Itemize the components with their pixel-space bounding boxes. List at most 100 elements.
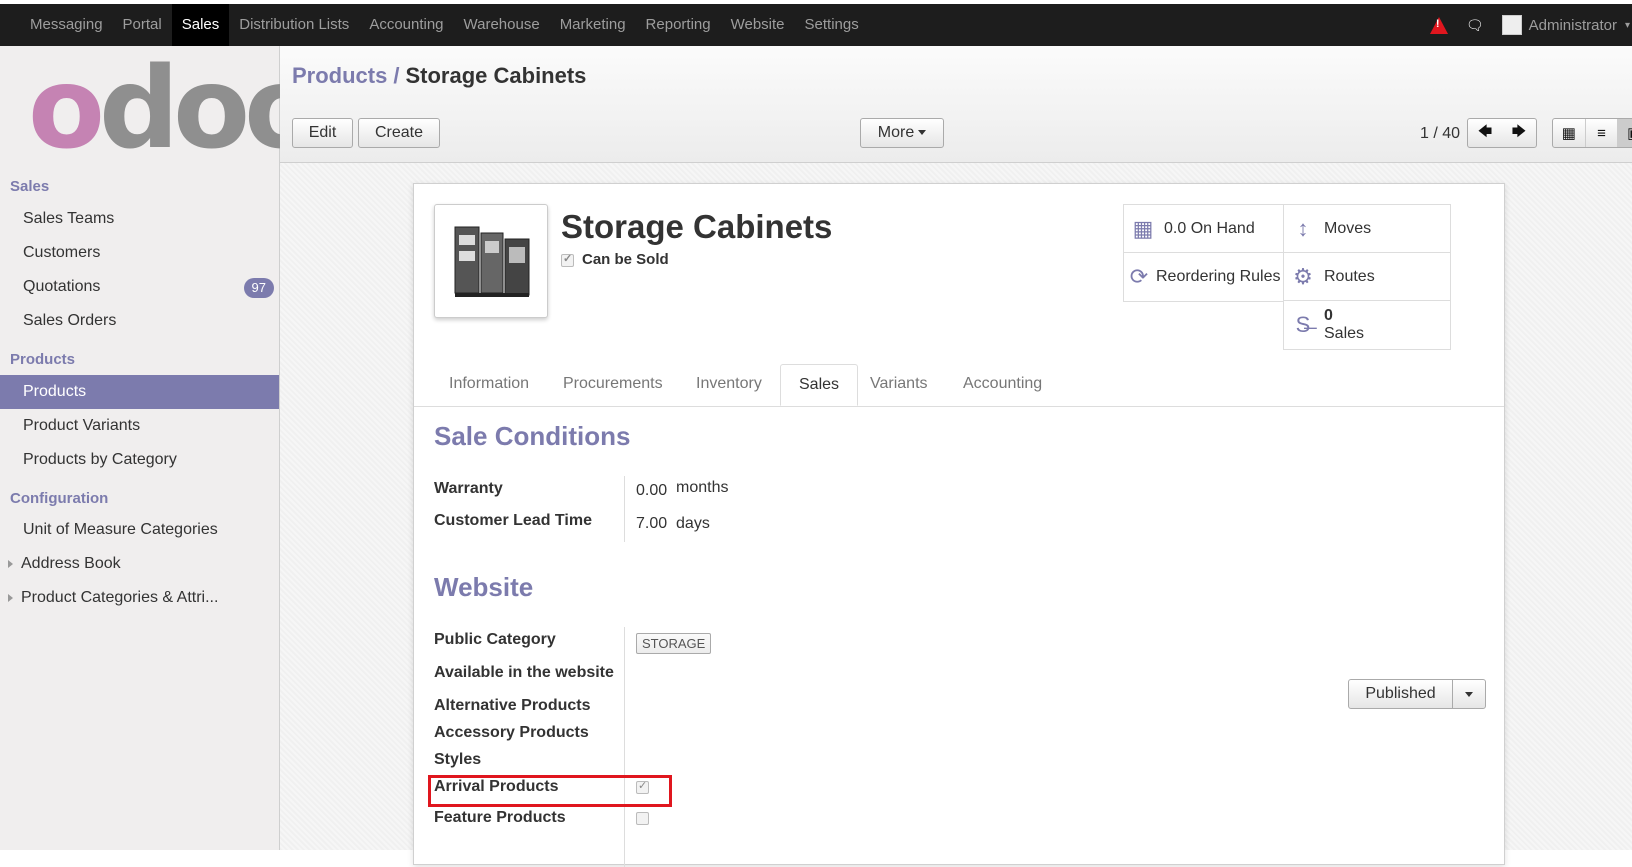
sidebar-item-label: Sales Orders [23, 312, 117, 329]
sidebar-item-label: Unit of Measure Categories [23, 521, 218, 538]
chevron-down-icon[interactable]: ▾ [1625, 20, 1630, 31]
view-switcher: ▦ ≡ ▣ [1552, 118, 1632, 148]
sidebar-item-products[interactable]: Products [0, 375, 279, 409]
sidebar-item-customers[interactable]: Customers [0, 236, 279, 270]
odoo-logo[interactable]: odoo [28, 53, 321, 165]
published-toggle[interactable] [1453, 680, 1485, 708]
on-hand-button[interactable]: ▦ 0.0 On Hand [1123, 204, 1291, 254]
avatar[interactable] [1501, 15, 1522, 35]
menu-website[interactable]: Website [721, 4, 795, 46]
sales-count-button[interactable]: Ѕ̶ 0 Sales [1283, 300, 1451, 350]
tab-accounting[interactable]: Accounting [945, 364, 1060, 406]
caret-down-icon [1465, 691, 1473, 697]
menu-warehouse[interactable]: Warehouse [454, 4, 550, 46]
sidebar-item-sales-orders[interactable]: Sales Orders [0, 304, 279, 338]
top-menu-bar: Messaging Portal Sales Distribution List… [0, 0, 1632, 46]
menu-portal[interactable]: Portal [113, 4, 172, 46]
sales-count-value: 0 [1324, 307, 1333, 324]
more-dropdown[interactable]: More [860, 118, 944, 148]
sidebar-item-product-variants[interactable]: Product Variants [0, 409, 279, 443]
menu-sales[interactable]: Sales [171, 4, 230, 46]
sidebar-item-quotations[interactable]: Quotations 97 [0, 270, 279, 304]
user-area: 🗨 Administrator ▾ [1429, 4, 1632, 46]
can-be-sold-field: Can be Sold [561, 251, 669, 268]
feature-products-label: Feature Products [434, 809, 566, 826]
sales-count-label: Sales [1324, 325, 1365, 342]
tab-inventory[interactable]: Inventory [678, 364, 780, 406]
more-label: More [877, 124, 915, 141]
edit-button[interactable]: Edit [292, 118, 353, 148]
chat-icon[interactable]: 🗨 [1466, 17, 1484, 34]
published-dropdown: Published [1348, 679, 1486, 709]
reordering-rules-button[interactable]: ⟳ Reordering Rules [1123, 252, 1291, 302]
routes-label: Routes [1324, 268, 1375, 285]
product-image[interactable] [434, 204, 548, 318]
can-be-sold-label: Can be Sold [582, 251, 669, 268]
lead-time-field[interactable]: 7.00 days [636, 515, 710, 533]
warranty-value: 0.00 [636, 482, 668, 499]
strikethrough-s-icon: Ѕ̶ [1295, 312, 1311, 337]
user-menu[interactable]: Administrator [1529, 17, 1617, 34]
vertical-arrows-icon: ↕ [1297, 216, 1309, 241]
storage-cabinet-icon [454, 226, 530, 297]
public-category-label: Public Category [434, 631, 556, 648]
menu-marketing[interactable]: Marketing [550, 4, 636, 46]
breadcrumb: Products / Storage Cabinets [292, 63, 586, 89]
product-name[interactable]: Storage Cabinets [561, 208, 832, 246]
breadcrumb-current: Storage Cabinets [405, 63, 587, 88]
next-arrow-icon[interactable]: 🡆 [1502, 119, 1536, 147]
lead-time-value: 7.00 [636, 515, 668, 532]
pager-buttons: 🡄 🡆 [1467, 118, 1537, 148]
sidebar-item-products-by-category[interactable]: Products by Category [0, 443, 279, 477]
sidebar-item-product-categories[interactable]: Product Categories & Attri... [0, 581, 279, 615]
sidebar-item-label: Product Categories & Attri... [21, 589, 219, 606]
menu-distribution-lists[interactable]: Distribution Lists [229, 4, 359, 46]
alternative-products-label: Alternative Products [434, 697, 591, 714]
can-be-sold-checkbox[interactable] [561, 252, 574, 267]
expand-arrow-icon [8, 559, 13, 568]
sales-count-text: 0 Sales [1324, 307, 1364, 343]
sidebar-section-products: Products [10, 351, 76, 368]
form-sheet: Storage Cabinets Can be Sold ▦ 0.0 On Han… [413, 183, 1505, 867]
tab-variants[interactable]: Variants [852, 364, 946, 406]
sidebar-item-label: Address Book [21, 555, 121, 572]
tab-sales[interactable]: Sales [780, 364, 859, 406]
tab-procurements[interactable]: Procurements [545, 364, 681, 406]
sidebar-item-sales-teams[interactable]: Sales Teams [0, 202, 279, 236]
app-menu: Messaging Portal Sales Distribution List… [20, 4, 869, 46]
field-divider [624, 627, 625, 867]
published-button[interactable]: Published [1349, 680, 1453, 708]
form-tabs: Information Procurements Inventory Sales… [414, 364, 1504, 407]
sidebar-item-address-book[interactable]: Address Book [0, 547, 279, 581]
warning-icon[interactable] [1429, 16, 1448, 34]
list-view-icon[interactable]: ≡ [1586, 119, 1619, 147]
warranty-label: Warranty [434, 480, 503, 497]
previous-arrow-icon[interactable]: 🡄 [1468, 119, 1502, 147]
reordering-rules-label: Reordering Rules [1156, 268, 1281, 285]
sidebar-item-uom-categories[interactable]: Unit of Measure Categories [0, 513, 279, 547]
moves-button[interactable]: ↕ Moves [1283, 204, 1451, 254]
feature-products-checkbox[interactable] [636, 812, 649, 825]
tab-information[interactable]: Information [431, 364, 547, 406]
pager-value[interactable]: 1 / 40 [1420, 125, 1460, 143]
lead-time-unit: days [676, 515, 710, 532]
highlight-box [428, 775, 672, 807]
menu-settings[interactable]: Settings [795, 4, 869, 46]
menu-messaging[interactable]: Messaging [20, 4, 113, 46]
public-category-tag[interactable]: STORAGE [636, 633, 712, 654]
customer-lead-time-label: Customer Lead Time [434, 512, 592, 529]
routes-button[interactable]: ⚙ Routes [1283, 252, 1451, 302]
sidebar-item-label: Products by Category [23, 451, 177, 468]
moves-label: Moves [1324, 220, 1372, 237]
form-view-icon[interactable]: ▣ [1618, 119, 1632, 147]
kanban-view-icon[interactable]: ▦ [1553, 119, 1586, 147]
accessory-products-label: Accessory Products [434, 724, 589, 741]
warranty-field[interactable]: 0.00 months [636, 479, 729, 500]
sidebar-item-label: Product Variants [23, 417, 141, 434]
menu-reporting[interactable]: Reporting [636, 4, 721, 46]
sidebar-item-label: Quotations [23, 278, 101, 295]
create-button[interactable]: Create [358, 118, 440, 148]
breadcrumb-products-link[interactable]: Products [292, 63, 387, 88]
sidebar-item-label: Sales Teams [23, 210, 115, 227]
menu-accounting[interactable]: Accounting [359, 4, 453, 46]
